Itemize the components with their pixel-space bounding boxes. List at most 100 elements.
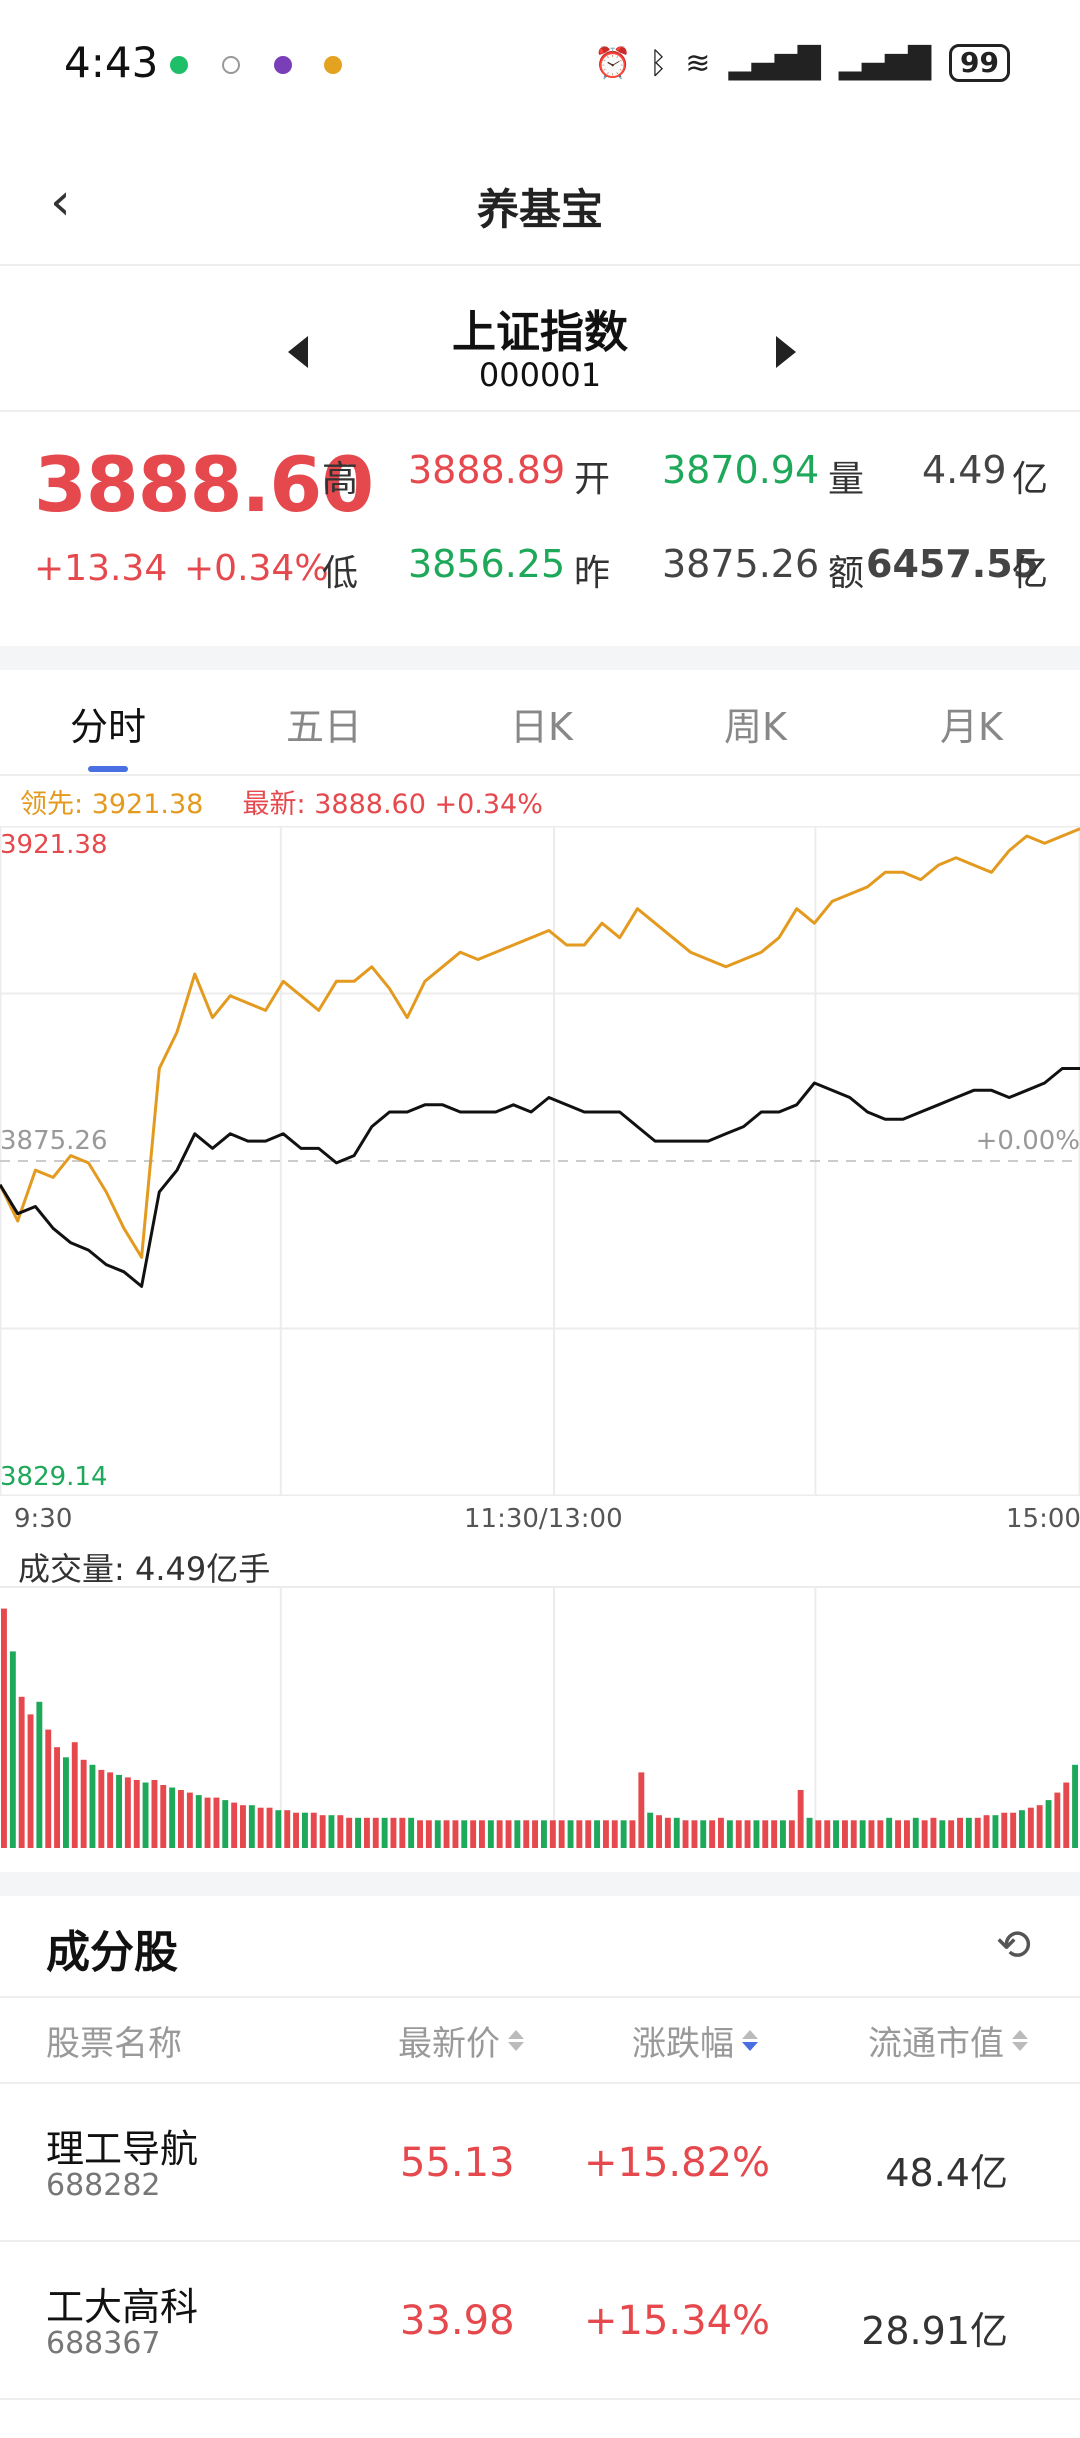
lead-label: 领先: — [20, 789, 84, 820]
app-notification-icon — [324, 56, 342, 74]
volume-bar — [364, 1817, 370, 1848]
volume-bar — [886, 1817, 893, 1848]
divider — [0, 1996, 1080, 1998]
volume-bar — [328, 1815, 335, 1848]
page-title: 养基宝 — [476, 185, 603, 234]
volume-bar — [620, 1820, 627, 1848]
baseline-pct-label: +0.00% — [975, 1126, 1080, 1156]
stock-market-cap: 48.4亿 — [885, 2151, 1008, 2195]
volume-bar — [71, 1742, 78, 1848]
index-change-pct: +0.34% — [184, 548, 329, 589]
stock-change-pct: +15.82% — [584, 2140, 771, 2186]
volume-bar — [425, 1820, 432, 1848]
tab-intraday[interactable]: 分时 — [70, 696, 146, 751]
volume-bar — [682, 1820, 689, 1848]
volume-bar — [939, 1820, 946, 1848]
volume-bar — [18, 1696, 25, 1848]
volume-bar — [302, 1812, 308, 1848]
volume-bar — [434, 1820, 441, 1848]
volume-bar — [868, 1820, 875, 1848]
volume-bar — [222, 1800, 229, 1848]
volume-bar — [850, 1820, 857, 1848]
volume-unit: 亿 — [1012, 459, 1049, 500]
stock-code: 688282 — [46, 2168, 161, 2203]
volume-bar — [815, 1820, 822, 1848]
volume-bar — [36, 1701, 43, 1848]
volume-bar — [399, 1817, 406, 1848]
volume-bar — [957, 1817, 963, 1848]
volume-bar — [124, 1777, 131, 1848]
volume-chart — [0, 1586, 1080, 1848]
stock-change-pct: +15.34% — [584, 2298, 771, 2344]
volume-bar — [346, 1817, 353, 1848]
tab-weekly-k[interactable]: 周K — [724, 696, 787, 751]
volume-bar — [842, 1820, 848, 1848]
volume-bar — [1072, 1764, 1078, 1848]
volume-bar — [372, 1817, 379, 1848]
volume-bar — [1027, 1807, 1034, 1848]
chart-legend: 领先: 3921.38 最新: 3888.60 +0.34% — [20, 782, 543, 821]
volume-bar — [912, 1817, 919, 1848]
sort-icon — [1012, 2030, 1028, 2051]
sort-by-price[interactable]: 最新价 — [398, 2016, 524, 2065]
volume-bar — [594, 1820, 600, 1848]
volume-bar — [948, 1820, 955, 1848]
volume-bar — [983, 1815, 990, 1848]
volume-bar — [1010, 1812, 1017, 1848]
lead-series-line — [0, 827, 1080, 1259]
battery-icon: 99 — [949, 44, 1010, 82]
volume-bar — [355, 1817, 361, 1848]
next-index-icon[interactable] — [776, 336, 796, 368]
stock-price: 55.13 — [400, 2140, 515, 2186]
refresh-icon[interactable]: ⟲ — [996, 1920, 1031, 1969]
volume-bar — [248, 1805, 255, 1848]
volume-bar — [638, 1772, 645, 1848]
volume-bar — [673, 1817, 680, 1848]
volume-bar — [859, 1820, 866, 1848]
status-time: 4:43 — [64, 38, 159, 87]
x-axis-end-label: 15:00 — [1006, 1504, 1080, 1534]
intraday-chart[interactable] — [0, 826, 1080, 1496]
tab-monthly-k[interactable]: 月K — [940, 696, 1003, 751]
volume-bar — [381, 1817, 388, 1848]
volume-bar — [965, 1817, 972, 1848]
volume-bar — [470, 1820, 477, 1848]
volume-bar — [647, 1812, 654, 1848]
sort-by-market-cap[interactable]: 流通市值 — [868, 2016, 1028, 2065]
status-icons: ⏰ ᛒ ≋ ▂▄▆█ ▂▄▆█ 99 — [594, 44, 1010, 82]
volume-bar — [293, 1812, 299, 1848]
divider — [0, 410, 1080, 412]
volume-bar — [89, 1764, 96, 1848]
tab-daily-k[interactable]: 日K — [510, 696, 573, 751]
volume-bar — [266, 1807, 273, 1848]
volume-summary-label: 成交量: — [18, 1550, 125, 1588]
volume-bar — [744, 1820, 751, 1848]
volume-bar — [27, 1714, 34, 1848]
y-axis-top-label: 3921.38 — [0, 830, 108, 860]
volume-bar — [257, 1807, 264, 1848]
low-value: 3856.25 — [408, 542, 566, 586]
volume-bar — [797, 1790, 804, 1848]
index-change: +13.34 — [34, 548, 168, 589]
sort-icon — [508, 2030, 524, 2051]
volume-bar — [275, 1810, 282, 1848]
sort-by-change[interactable]: 涨跌幅 — [632, 2016, 758, 2065]
stock-code: 688367 — [46, 2326, 161, 2361]
volume-bar — [1001, 1812, 1008, 1848]
volume-bar — [585, 1820, 592, 1848]
volume-bar — [895, 1820, 901, 1848]
sort-desc-icon — [742, 2030, 758, 2051]
y-axis-baseline-label: 3875.26 — [0, 1126, 108, 1156]
index-name: 上证指数 — [452, 307, 628, 358]
y-axis-bottom-label: 3829.14 — [0, 1462, 108, 1492]
volume-bar — [753, 1820, 760, 1848]
volume-bar — [541, 1820, 547, 1848]
high-label: 高 — [322, 459, 359, 500]
volume-bar — [1, 1608, 7, 1848]
section-gap — [0, 646, 1080, 670]
index-code: 000001 — [478, 356, 602, 394]
tab-five-day[interactable]: 五日 — [286, 696, 362, 751]
volume-bar — [63, 1757, 69, 1848]
volume-bar — [992, 1815, 999, 1848]
amount-label: 额 — [828, 553, 865, 594]
